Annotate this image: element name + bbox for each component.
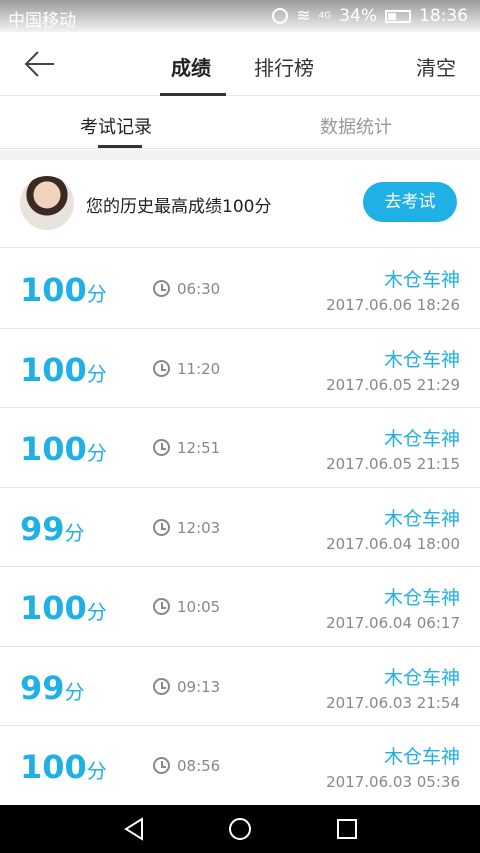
score-unit: 分 [86, 759, 107, 783]
duration: 06:30 [177, 280, 221, 298]
record-row[interactable]: 99分 12:03 木仓车神 2017.06.04 18:00 [0, 487, 480, 567]
tab-scores[interactable]: 成绩 [171, 52, 211, 81]
tab-ranking[interactable]: 排行榜 [254, 52, 314, 81]
score-unit: 分 [64, 679, 85, 704]
clock-icon [153, 757, 170, 774]
active-subtab-indicator [98, 145, 142, 148]
subtab-bar: 考试记录 数据统计 [0, 97, 480, 149]
status-bar: 中国移动 ≋ 4G 34% 18:36 [0, 0, 480, 32]
duration: 12:03 [177, 518, 221, 537]
duration: 12:51 [177, 439, 221, 457]
score-value: 99分 [20, 509, 85, 548]
wifi-icon: ≋ [296, 6, 311, 26]
clear-button[interactable]: 清空 [416, 52, 456, 81]
clock-icon [153, 677, 170, 695]
duration: 11:20 [177, 359, 221, 378]
user-name: 木仓车神 [383, 507, 460, 530]
duration: 10:05 [177, 598, 221, 616]
record-date: 2017.06.05 21:29 [326, 375, 460, 394]
active-tab-indicator [160, 93, 226, 96]
carrier-name: 中国移动 [8, 11, 76, 31]
score-unit: 分 [86, 282, 107, 306]
user-name: 木仓车神 [383, 587, 460, 609]
record-date: 2017.06.06 18:26 [326, 296, 460, 314]
battery-icon [385, 9, 411, 23]
status-icons: ≋ 4G 34% 18:36 [272, 6, 468, 26]
score-unit: 分 [86, 600, 107, 624]
user-name: 木仓车神 [383, 269, 460, 291]
duration: 08:56 [177, 757, 221, 775]
record-row[interactable]: 100分 11:20 木仓车神 2017.06.05 21:29 [0, 328, 480, 408]
record-row[interactable]: 100分 06:30 木仓车神 2017.06.06 18:26 [0, 249, 480, 329]
score-value: 100分 [20, 430, 107, 468]
clock-icon [153, 280, 170, 297]
network-type: 4G [318, 11, 332, 21]
record-date: 2017.06.05 21:15 [326, 455, 460, 473]
battery-percent: 34% [339, 6, 377, 26]
user-name: 木仓车神 [383, 746, 460, 768]
score-unit: 分 [86, 361, 107, 386]
header: 成绩 排行榜 清空 [0, 32, 480, 96]
score-value: 100分 [20, 748, 107, 786]
record-date: 2017.06.04 18:00 [326, 534, 460, 553]
record-list: 100分 06:30 木仓车神 2017.06.06 18:26 100分 11:20 木仓… [0, 249, 480, 806]
record-row[interactable]: 99分 09:13 木仓车神 2017.06.03 21:54 [0, 646, 480, 726]
clock-icon [153, 359, 170, 377]
duration: 09:13 [177, 677, 221, 696]
score-unit: 分 [86, 441, 107, 465]
best-score-text: 您的历史最高成绩100分 [86, 197, 272, 217]
record-row[interactable]: 100分 08:56 木仓车神 2017.06.03 05:36 [0, 726, 480, 806]
arrow-left-icon[interactable] [22, 48, 58, 80]
clock-icon [153, 439, 170, 456]
clock-icon [153, 518, 170, 536]
section-divider [0, 150, 480, 160]
record-date: 2017.06.04 06:17 [326, 614, 460, 632]
user-name: 木仓车神 [383, 666, 460, 689]
score-unit: 分 [64, 520, 85, 545]
user-name: 木仓车神 [383, 348, 460, 371]
record-date: 2017.06.03 05:36 [326, 773, 460, 791]
record-date: 2017.06.03 21:54 [326, 693, 460, 712]
record-row[interactable]: 100分 12:51 木仓车神 2017.06.05 21:15 [0, 408, 480, 488]
score-value: 100分 [20, 350, 107, 389]
subtab-exam-records[interactable]: 考试记录 [80, 113, 152, 139]
score-value: 100分 [20, 271, 107, 309]
alarm-icon [272, 8, 289, 24]
back-triangle-icon[interactable] [122, 817, 146, 841]
avatar[interactable] [20, 176, 74, 230]
record-row[interactable]: 100分 10:05 木仓车神 2017.06.04 06:17 [0, 567, 480, 647]
score-value: 99分 [20, 668, 85, 707]
system-nav-bar [0, 805, 480, 853]
user-name: 木仓车神 [383, 428, 460, 450]
subtab-statistics[interactable]: 数据统计 [320, 113, 392, 139]
profile-summary: 您的历史最高成绩100分 去考试 [0, 160, 480, 248]
score-value: 100分 [20, 589, 107, 627]
take-exam-button[interactable]: 去考试 [363, 182, 457, 222]
recents-square-icon[interactable] [335, 817, 359, 841]
clock-time: 18:36 [419, 6, 468, 26]
clock-icon [153, 598, 170, 615]
home-circle-icon[interactable] [228, 817, 252, 841]
